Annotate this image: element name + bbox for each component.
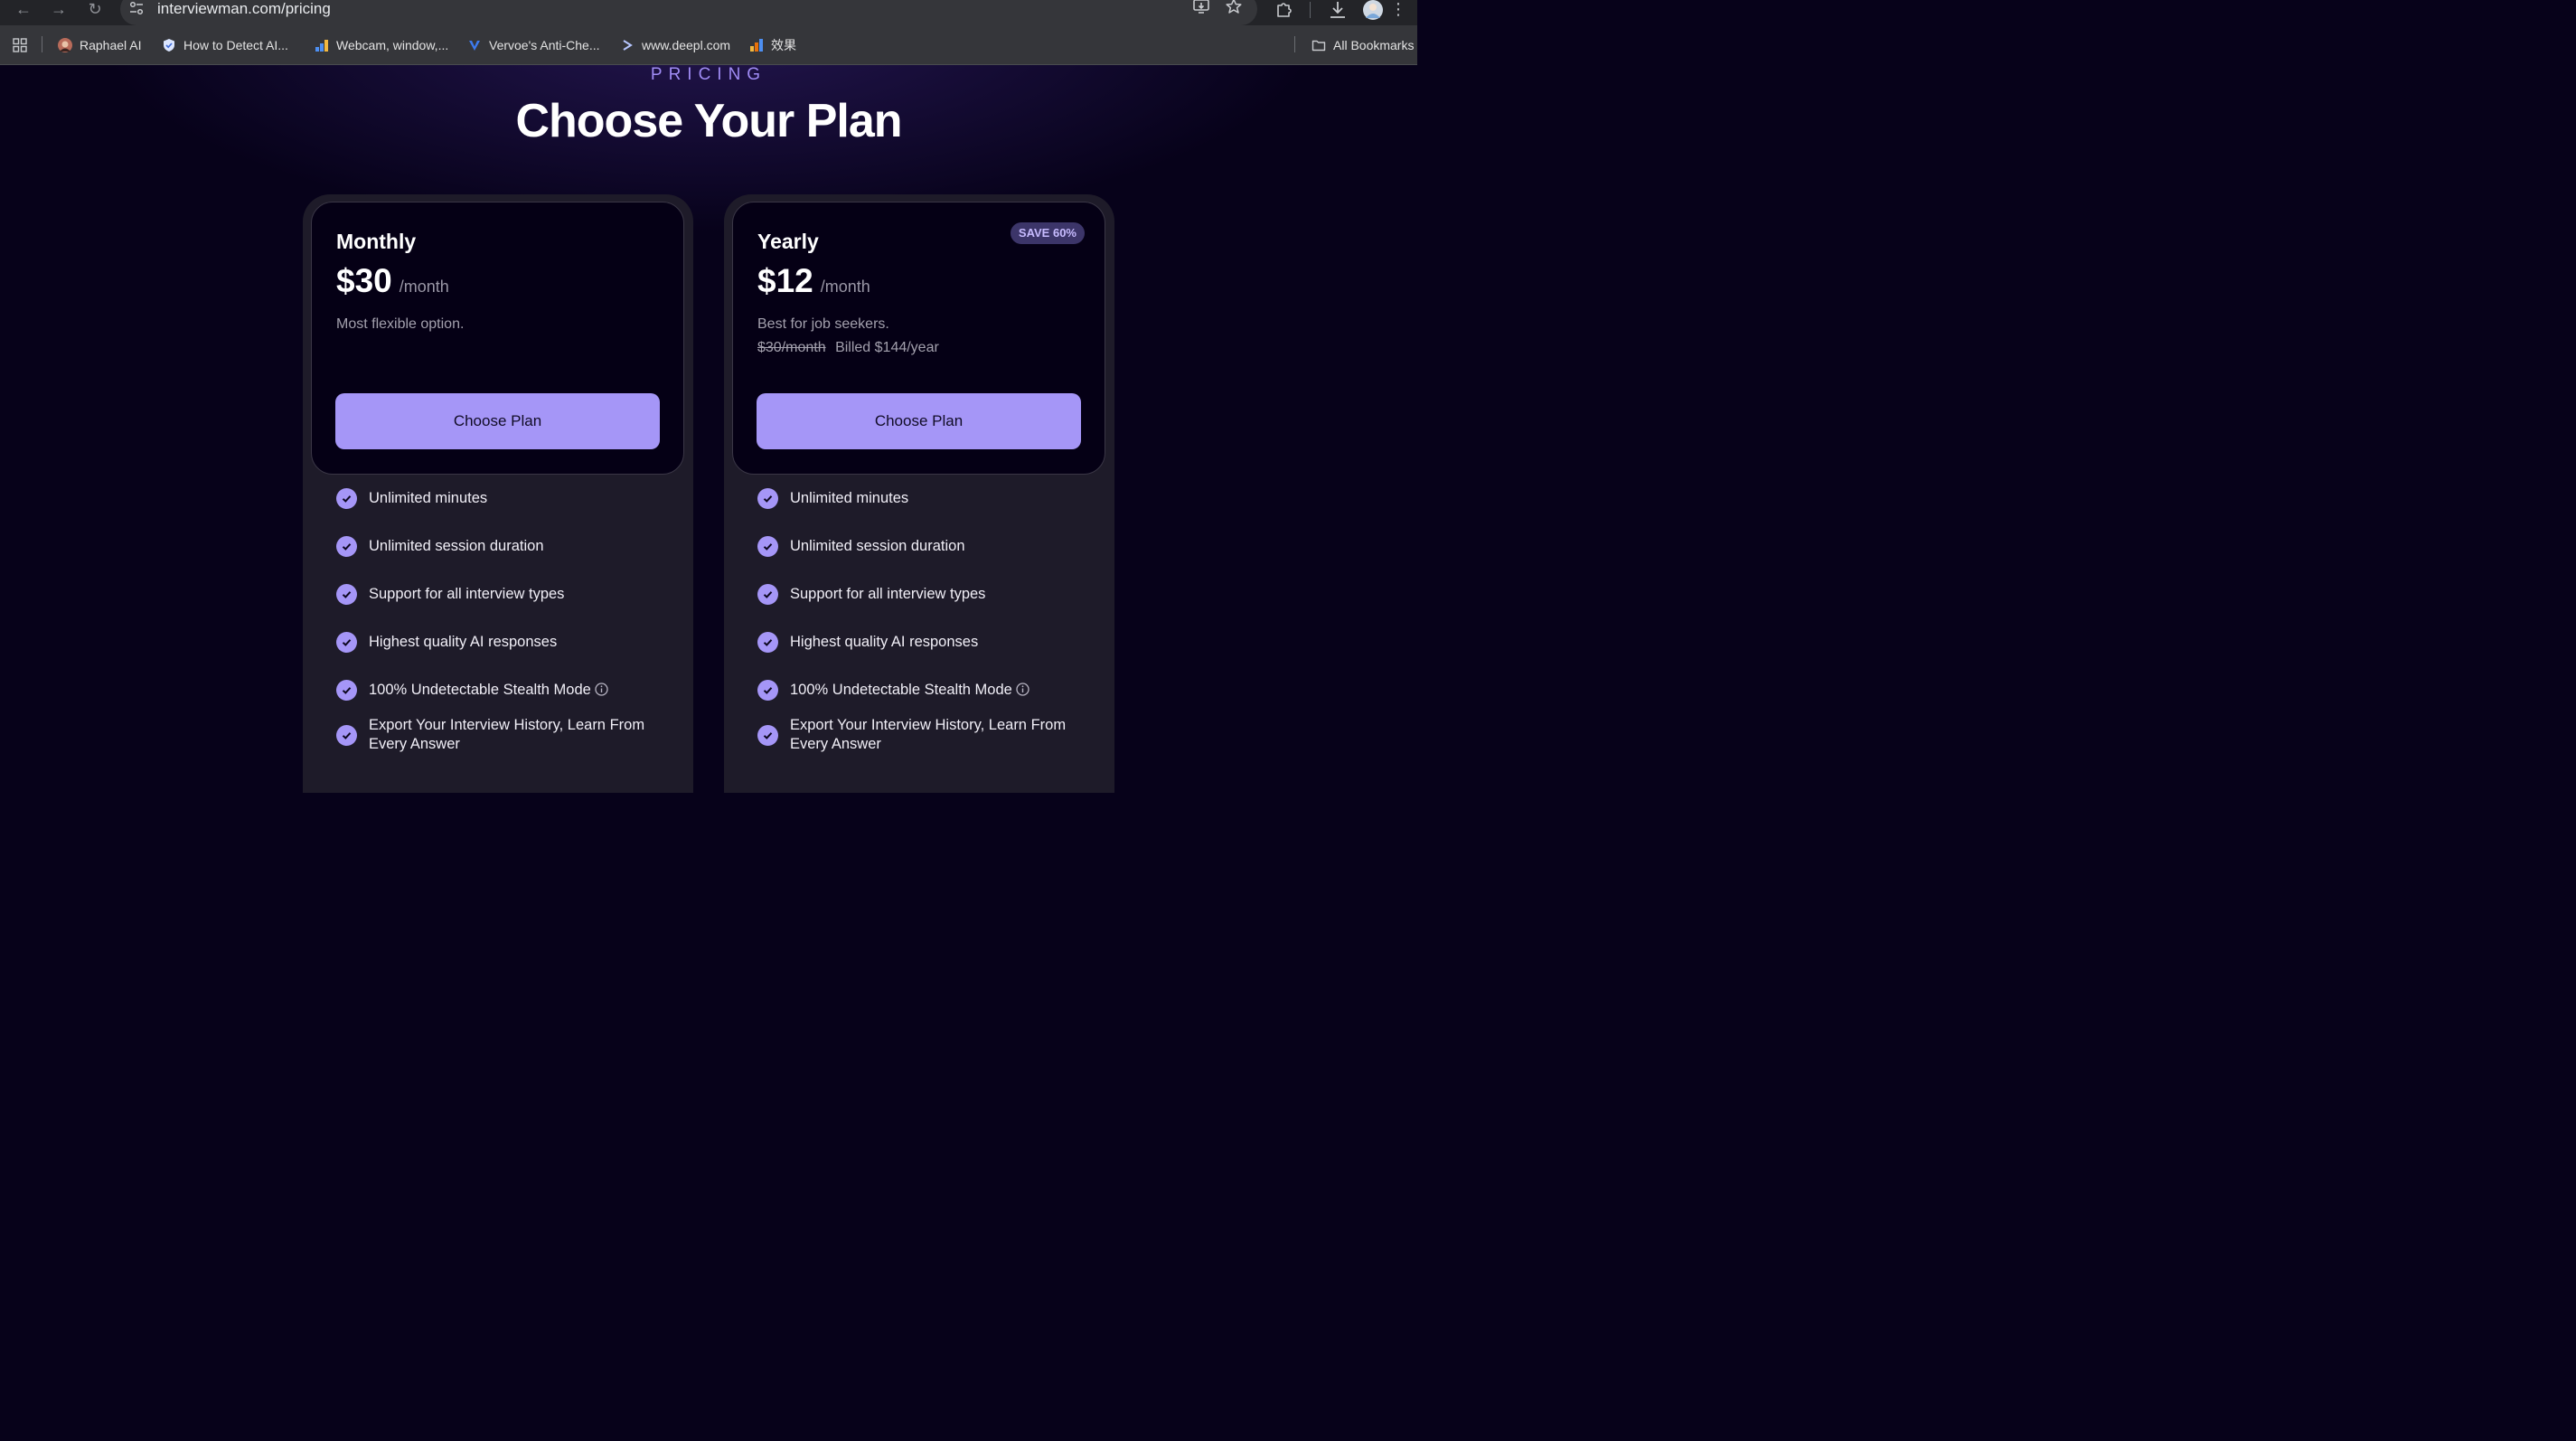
check-icon [757, 536, 778, 557]
vervoe-icon [469, 41, 480, 51]
all-bookmarks-label: All Bookmarks [1333, 38, 1415, 52]
bookmark-detect-ai[interactable]: How to Detect AI... [162, 36, 288, 54]
plan-description: Best for job seekers. [757, 316, 889, 332]
section-eyebrow: PRICING [650, 65, 767, 84]
feature-item: 100% Undetectable Stealth Mode [757, 680, 1092, 701]
price-row: $30 /month [336, 262, 449, 300]
browser-toolbar: ← → ↻ interviewman.com/pricing ⋮ [0, 0, 1417, 25]
bookmark-label: www.deepl.com [642, 38, 731, 52]
feature-item: Unlimited session duration [336, 536, 671, 557]
check-icon [336, 488, 357, 509]
toolbar-divider [1310, 2, 1311, 18]
bookmark-star-icon[interactable] [1225, 0, 1243, 14]
check-icon [336, 632, 357, 653]
feature-item: Unlimited minutes [336, 488, 671, 509]
check-icon [757, 724, 778, 746]
feature-text: Unlimited session duration [790, 538, 965, 554]
bookmark-effect[interactable]: 效果 [749, 36, 796, 54]
raphael-avatar-icon [58, 38, 72, 52]
deepl-icon [623, 40, 633, 51]
forward-icon[interactable]: → [49, 0, 69, 20]
plan-card: Monthly $30 /month Most flexible option.… [311, 202, 684, 475]
feature-text: Unlimited minutes [369, 490, 488, 506]
feature-text: Unlimited session duration [369, 538, 544, 554]
back-icon[interactable]: ← [14, 0, 33, 20]
info-icon[interactable] [1016, 683, 1029, 696]
check-icon [336, 536, 357, 557]
check-icon [336, 584, 357, 605]
address-bar[interactable]: interviewman.com/pricing [120, 0, 1257, 25]
choose-plan-button[interactable]: Choose Plan [757, 393, 1081, 449]
all-bookmarks-button[interactable]: All Bookmarks [1312, 36, 1414, 54]
feature-item: 100% Undetectable Stealth Mode [336, 680, 671, 701]
bookmark-label: Vervoe's Anti-Che... [489, 38, 600, 52]
check-icon [757, 584, 778, 605]
install-app-icon[interactable] [1192, 0, 1210, 14]
feature-text: Highest quality AI responses [790, 634, 979, 650]
feature-item: Unlimited minutes [757, 488, 1092, 509]
billing-info: $30/month Billed $144/year [757, 339, 939, 357]
check-icon [757, 680, 778, 701]
info-icon[interactable] [595, 683, 608, 696]
bookmark-deepl[interactable]: www.deepl.com [620, 36, 730, 54]
bookmark-vervoe[interactable]: Vervoe's Anti-Che... [467, 36, 600, 54]
all-bookmarks-divider [1294, 36, 1295, 52]
plan-monthly: Monthly $30 /month Most flexible option.… [303, 194, 693, 793]
site-info-icon[interactable] [129, 1, 144, 15]
feature-item: Support for all interview types [757, 584, 1092, 605]
plan-description: Most flexible option. [336, 316, 465, 332]
feature-item: Support for all interview types [336, 584, 671, 605]
plan-price: $30 [336, 262, 392, 299]
feature-text: Highest quality AI responses [369, 634, 558, 650]
bookmark-label: How to Detect AI... [183, 38, 288, 52]
feature-text: 100% Undetectable Stealth Mode [790, 682, 1012, 698]
feature-item: Highest quality AI responses [757, 632, 1092, 653]
price-row: $12 /month [757, 262, 870, 300]
pricing-page: PRICING Choose Your Plan Monthly $30 /mo… [0, 65, 1417, 793]
feature-item: Export Your Interview History, Learn Fro… [757, 716, 1092, 754]
menu-kebab-icon[interactable]: ⋮ [1388, 0, 1408, 20]
feature-text: Unlimited minutes [790, 490, 909, 506]
bookmark-label: 效果 [771, 38, 796, 52]
save-badge: SAVE 60% [1010, 222, 1085, 244]
billing-text: Billed $144/year [835, 340, 939, 355]
url-text[interactable]: interviewman.com/pricing [157, 0, 331, 18]
check-icon [757, 632, 778, 653]
bookmarks-bar: Raphael AI How to Detect AI... Webcam, w… [0, 25, 1417, 65]
bookmark-label: Raphael AI [80, 38, 142, 52]
analytics-icon [750, 39, 763, 52]
shield-icon [164, 39, 174, 52]
feature-item: Export Your Interview History, Learn Fro… [336, 716, 671, 754]
plan-price: $12 [757, 262, 813, 299]
feature-text: Support for all interview types [369, 586, 565, 602]
bookmark-webcam[interactable]: Webcam, window,... [315, 36, 448, 54]
feature-text: Export Your Interview History, Learn Fro… [790, 717, 1067, 752]
feature-item: Unlimited session duration [757, 536, 1092, 557]
feature-text: Support for all interview types [790, 586, 986, 602]
reload-icon[interactable]: ↻ [85, 0, 105, 20]
check-icon [336, 680, 357, 701]
plan-name: Yearly [757, 230, 819, 253]
original-price: $30/month [757, 340, 826, 355]
plan-card: Yearly SAVE 60% $12 /month Best for job … [732, 202, 1105, 475]
apps-grid-icon[interactable] [13, 38, 27, 52]
feature-text: 100% Undetectable Stealth Mode [369, 682, 591, 698]
check-icon [757, 488, 778, 509]
extensions-icon[interactable] [1274, 0, 1294, 20]
feature-item: Highest quality AI responses [336, 632, 671, 653]
folder-icon [1312, 40, 1326, 52]
download-icon[interactable] [1328, 0, 1348, 20]
bar-chart-icon [315, 40, 328, 52]
plan-period: /month [820, 278, 870, 296]
choose-plan-button[interactable]: Choose Plan [335, 393, 660, 449]
page-title: Choose Your Plan [515, 95, 902, 147]
plan-name: Monthly [336, 230, 417, 253]
check-icon [336, 724, 357, 746]
feature-text: Export Your Interview History, Learn Fro… [369, 717, 645, 752]
plan-yearly: Yearly SAVE 60% $12 /month Best for job … [724, 194, 1114, 793]
bookmark-label: Webcam, window,... [336, 38, 449, 52]
bookmark-raphael-ai[interactable]: Raphael AI [58, 36, 142, 54]
plan-period: /month [399, 278, 449, 296]
profile-avatar-icon[interactable] [1363, 0, 1383, 20]
